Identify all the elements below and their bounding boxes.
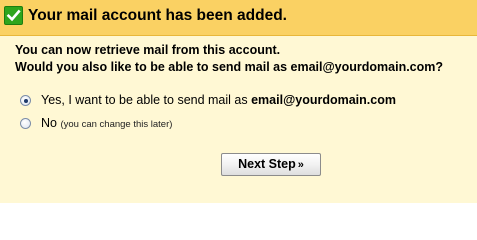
option-no-label-wrap: No (you can change this later) xyxy=(41,116,172,130)
option-no-hint: (you can change this later) xyxy=(60,119,173,130)
message-line-1: You can now retrieve mail from this acco… xyxy=(15,43,281,57)
double-chevron-right-icon: » xyxy=(297,159,304,171)
option-yes-email: email@yourdomain.com xyxy=(251,93,396,107)
radio-no[interactable] xyxy=(20,118,31,129)
radio-yes[interactable] xyxy=(20,95,31,106)
success-banner: Your mail account has been added. xyxy=(0,0,477,36)
next-step-button[interactable]: Next Step» xyxy=(221,153,321,176)
next-step-label: Next Step xyxy=(238,157,296,171)
checkmark-icon xyxy=(4,6,23,25)
message-line-2: Would you also like to be able to send m… xyxy=(15,60,444,74)
banner-title: Your mail account has been added. xyxy=(28,7,287,24)
message: You can now retrieve mail from this acco… xyxy=(15,42,443,76)
option-yes-label: Yes, I want to be able to send mail as xyxy=(41,93,248,107)
confirmation-panel: Your mail account has been added. You ca… xyxy=(0,0,477,203)
option-yes-label-wrap: Yes, I want to be able to send mail as e… xyxy=(41,93,396,107)
option-no-label: No xyxy=(41,116,57,130)
